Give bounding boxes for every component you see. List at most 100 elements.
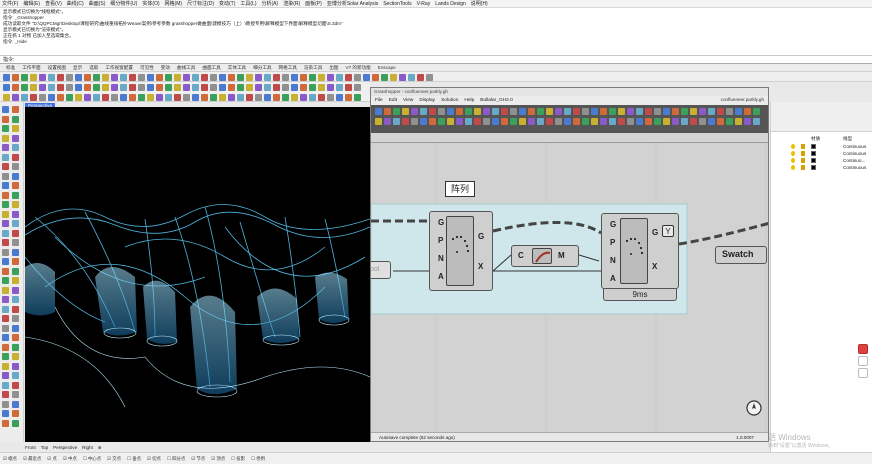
toolbar-tool-icon[interactable] (102, 93, 109, 101)
group-label-array[interactable]: 阵列 (445, 181, 475, 197)
toolbar-tool-icon[interactable] (354, 83, 361, 91)
left-tool-icon[interactable] (2, 239, 9, 246)
toolbar-tool-icon[interactable] (501, 108, 508, 115)
toolbar-tool-icon[interactable] (492, 118, 499, 125)
grasshopper-canvas[interactable]: 阵列 ool G P N A G X C M G P N A G Y X 9ms… (371, 143, 768, 432)
left-tool-icon[interactable] (2, 106, 9, 113)
left-tool-icon[interactable] (12, 305, 19, 313)
toolbar-tool-icon[interactable] (138, 93, 145, 101)
grasshopper-window[interactable]: Grasshopper - conflueneer.parkly.gh File… (370, 87, 769, 442)
toolbar-tool-icon[interactable] (354, 73, 361, 81)
toolbar-tool-icon[interactable] (528, 118, 535, 125)
left-tool-icon[interactable] (2, 134, 9, 142)
toolbar-tool-icon[interactable] (201, 83, 208, 91)
toolbar-tool-icon[interactable] (264, 93, 271, 101)
toolbar-tool-icon[interactable] (618, 108, 625, 115)
left-tool-icon[interactable] (12, 229, 19, 237)
toolbar-tool-icon[interactable] (645, 118, 652, 125)
toolbar-tool-icon[interactable] (210, 93, 217, 101)
gh-menu-item-2[interactable]: View (403, 98, 413, 103)
lightbulb-icon[interactable] (791, 144, 795, 149)
toolbar-tool-icon[interactable] (726, 108, 733, 115)
left-tool-icon[interactable] (12, 362, 19, 370)
toolbar-tool-icon[interactable] (591, 108, 598, 115)
left-tool-icon[interactable] (2, 419, 9, 427)
left-tool-icon[interactable] (12, 144, 19, 151)
menu-item-2[interactable]: 查看(V) (45, 0, 62, 7)
toolbar-tool-icon[interactable] (309, 93, 316, 101)
toolbar-tool-icon[interactable] (282, 73, 289, 81)
toolbar-tool-icon[interactable] (174, 83, 181, 91)
menu-item-17[interactable]: Lands Design (435, 1, 466, 7)
input-n[interactable]: N (438, 254, 444, 263)
menu-item-15[interactable]: SectionTools (383, 1, 411, 7)
toolbar-tab-14[interactable]: 出图 (329, 65, 338, 71)
toolbar-tool-icon[interactable] (246, 73, 253, 81)
left-tool-icon[interactable] (2, 391, 9, 398)
toolbar-tool-icon[interactable] (48, 93, 55, 101)
toolbar-tool-icon[interactable] (417, 73, 424, 81)
menu-item-4[interactable]: 曲面(S) (89, 0, 106, 7)
color-swatch-icon[interactable] (811, 165, 816, 170)
toolbar-tool-icon[interactable] (753, 108, 760, 115)
toolbar-tool-icon[interactable] (429, 118, 436, 125)
toolbar-tool-icon[interactable] (129, 83, 136, 91)
output-m[interactable]: M (558, 251, 565, 260)
toolbar-tool-icon[interactable] (237, 83, 244, 91)
toolbar-tool-icon[interactable] (309, 83, 316, 91)
osnap-toggle-11[interactable]: ☐ 投影 (231, 456, 245, 462)
toolbar-tool-icon[interactable] (156, 73, 163, 81)
toolbar-tool-icon[interactable] (474, 118, 481, 125)
left-tool-icon[interactable] (12, 381, 19, 389)
toolbar-tool-icon[interactable] (273, 93, 280, 101)
left-tool-icon[interactable] (2, 201, 9, 208)
toolbar-tool-icon[interactable] (93, 93, 100, 101)
toolbar-tool-icon[interactable] (147, 83, 154, 91)
toolbar-tab-7[interactable]: 变动 (161, 65, 170, 71)
output-x-2[interactable]: X (652, 262, 657, 271)
input-c[interactable]: C (518, 251, 524, 260)
menu-item-14[interactable]: 亚博分析Solar Analysis (327, 0, 378, 7)
left-tool-icon[interactable] (2, 115, 9, 123)
toolbar-tool-icon[interactable] (75, 83, 82, 91)
toolbar-tool-icon[interactable] (174, 73, 181, 81)
toolbar-tool-icon[interactable] (381, 73, 388, 81)
toolbar-tool-icon[interactable] (75, 73, 82, 81)
left-tool-icon[interactable] (12, 267, 19, 275)
side-panel-button-1[interactable] (858, 356, 868, 366)
toolbar-tool-icon[interactable] (147, 93, 154, 101)
toolbar-tool-icon[interactable] (573, 118, 580, 125)
toolbar-tab-4[interactable]: 选取 (89, 65, 98, 71)
osnap-toggle-4[interactable]: ☐ 中心点 (83, 456, 101, 462)
input-p-2[interactable]: P (610, 238, 615, 247)
toolbar-tool-icon[interactable] (609, 108, 616, 115)
left-tool-icon[interactable] (12, 372, 19, 379)
toolbar-tool-icon[interactable] (474, 108, 481, 115)
toolbar-tool-icon[interactable] (111, 83, 118, 91)
toolbar-tool-icon[interactable] (411, 108, 418, 115)
toolbar-tool-icon[interactable] (573, 108, 580, 115)
toolbar-tool-icon[interactable] (129, 93, 136, 101)
osnap-toggle-8[interactable]: ☐ 四分点 (167, 456, 185, 462)
viewport-tab-1[interactable]: Top (41, 445, 48, 450)
toolbar-tool-icon[interactable] (564, 118, 571, 125)
left-tool-icon[interactable] (12, 220, 19, 227)
toolbar-tool-icon[interactable] (318, 73, 325, 81)
toolbar-tool-icon[interactable] (84, 73, 91, 81)
toolbar-tab-16[interactable]: Enscape (378, 65, 396, 70)
toolbar-tool-icon[interactable] (528, 108, 535, 115)
toolbar-tool-icon[interactable] (654, 108, 661, 115)
output-g[interactable]: G (478, 232, 484, 241)
toolbar-tool-icon[interactable] (21, 93, 28, 101)
input-a[interactable]: A (438, 272, 444, 281)
lock-icon[interactable] (801, 151, 805, 156)
toolbar-tool-icon[interactable] (336, 73, 343, 81)
menu-item-6[interactable]: 实体(O) (142, 0, 159, 7)
toolbar-tool-icon[interactable] (555, 108, 562, 115)
viewport-tab-0[interactable]: Front (25, 445, 36, 450)
toolbar-tool-icon[interactable] (717, 118, 724, 125)
left-tool-icon[interactable] (2, 191, 9, 199)
toolbar-tool-icon[interactable] (438, 118, 445, 125)
viewport-tab-3[interactable]: Right (82, 445, 93, 450)
toolbar-tool-icon[interactable] (156, 93, 163, 101)
